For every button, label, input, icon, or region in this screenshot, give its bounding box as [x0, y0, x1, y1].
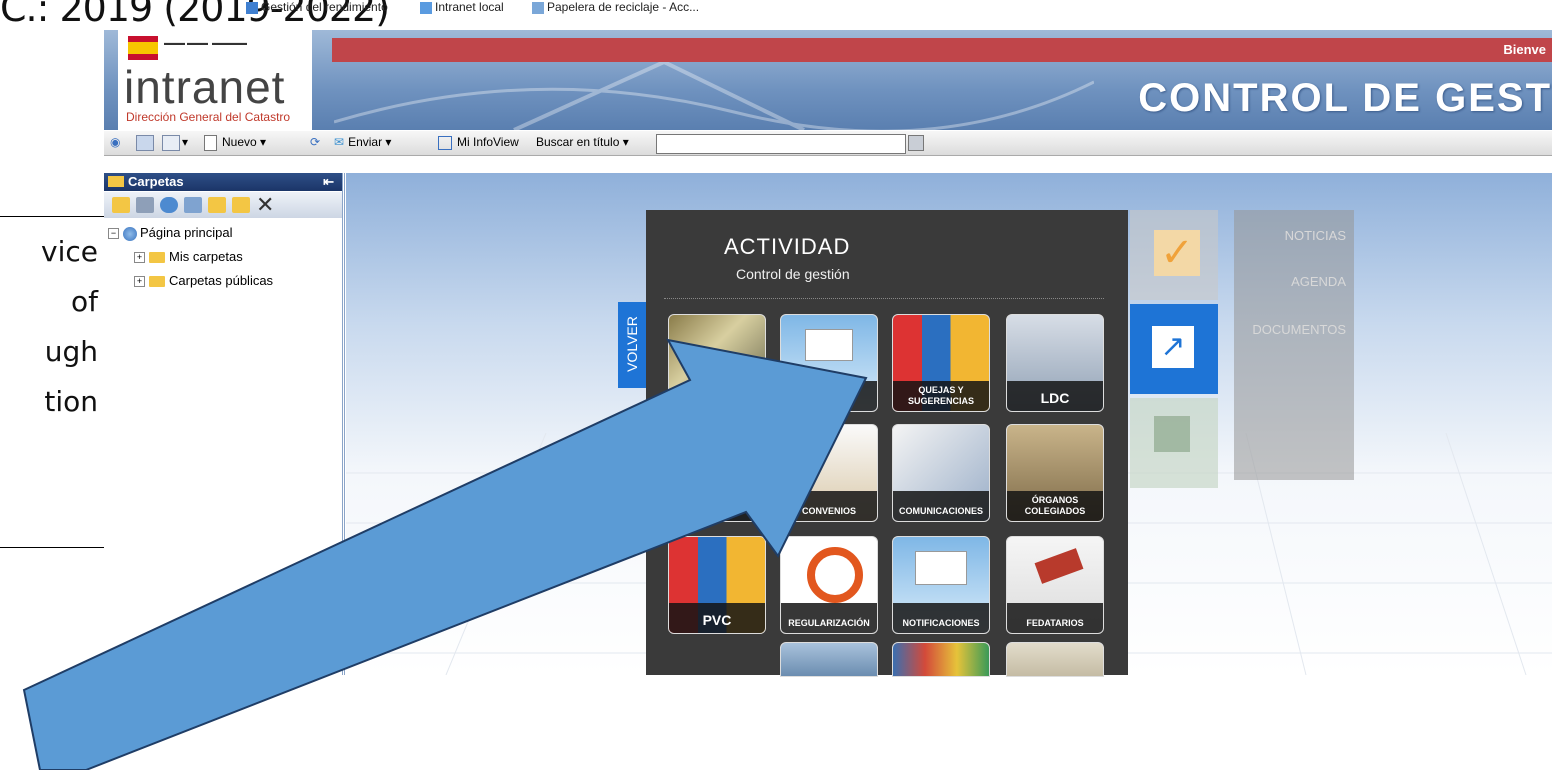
tile-partial[interactable]	[780, 642, 878, 677]
welcome-bar	[332, 38, 1552, 62]
taskbar: Gestión del rendimiento Intranet local P…	[0, 0, 1552, 16]
tile-quejas-sugerencias[interactable]: QUEJAS Y SUGERENCIAS	[892, 314, 990, 412]
tile-notificaciones[interactable]: NOTIFICACIONES	[892, 536, 990, 634]
infoview-icon	[438, 135, 452, 150]
tile-partial[interactable]	[1006, 642, 1104, 677]
note-line: vice	[41, 235, 98, 268]
regularizacion-icon	[807, 547, 863, 603]
refresh-icon[interactable]	[160, 197, 178, 213]
note-box: vice of ugh tion	[0, 216, 105, 548]
tile-carta-servicios[interactable]: CARTA DE SERVICIOS	[780, 314, 878, 412]
side-tile-check[interactable]: ✓	[1130, 210, 1218, 300]
menu-noticias[interactable]: NOTICIAS	[1285, 228, 1346, 243]
tree-item-home[interactable]: − Página principal	[108, 225, 233, 241]
search-input[interactable]	[656, 134, 906, 154]
infoview-button[interactable]: Mi InfoView	[438, 135, 519, 150]
puzzle-icon	[1154, 416, 1190, 452]
tree-view-icon[interactable]	[136, 135, 154, 151]
folder-icon	[108, 176, 124, 187]
tree-item-public-folders[interactable]: + Carpetas públicas	[134, 273, 273, 288]
panel-title: ACTIVIDAD	[724, 234, 851, 259]
refresh-icon[interactable]: ⟳	[310, 135, 320, 149]
open-folder-icon[interactable]	[136, 197, 154, 213]
send-button[interactable]: ✉ Enviar ▾	[334, 135, 391, 149]
new-folder-icon[interactable]	[112, 197, 130, 213]
note-line: tion	[44, 385, 98, 418]
folders-sidebar: Carpetas ⇤ ✕ − Página principal + Mis carp…	[104, 173, 345, 675]
header-decoration	[334, 62, 1094, 130]
tile-ldc[interactable]: LDC	[1006, 314, 1104, 412]
app-header: Bienve CONTROL DE GEST ▬▬▬ ▬▬▬ ▬▬▬▬▬ int…	[104, 30, 1552, 130]
ministry-mark: ▬▬▬ ▬▬▬	[164, 40, 208, 47]
ministry-mark: ▬▬▬▬▬	[212, 40, 247, 47]
app-title: CONTROL DE GEST	[1138, 76, 1552, 120]
folder-icon	[149, 276, 165, 288]
tile-pic[interactable]: PIC	[668, 424, 766, 522]
envelope-icon	[805, 329, 853, 361]
document-icon	[204, 135, 217, 151]
intranet-logo[interactable]: ▬▬▬ ▬▬▬ ▬▬▬▬▬ intranet Dirección General…	[118, 30, 312, 130]
move-folder-icon[interactable]	[208, 197, 226, 213]
home-icon[interactable]: ◉	[110, 135, 120, 149]
recycle-bin-icon	[532, 1, 544, 14]
properties-icon[interactable]	[184, 197, 202, 213]
tile-organos-colegiados[interactable]: ÓRGANOS COLEGIADOS	[1006, 424, 1104, 522]
infoview-toolbar: ◉ ▾ Nuevo ▾ ⟳ ✉ Enviar ▾ Mi InfoView Busc…	[104, 131, 1552, 156]
logo-subtitle: Dirección General del Catastro	[126, 110, 291, 124]
side-tile-puzzle[interactable]	[1130, 398, 1218, 488]
expand-icon[interactable]: +	[134, 252, 145, 264]
trend-up-icon: ↗	[1152, 326, 1194, 368]
right-menu: NOTICIAS AGENDA DOCUMENTOS	[1234, 210, 1354, 480]
menu-documentos[interactable]: DOCUMENTOS	[1252, 322, 1346, 337]
search-mode-dropdown[interactable]: Buscar en título ▾	[536, 135, 629, 149]
volver-button[interactable]: VOLVER	[618, 302, 646, 388]
tile-pvc[interactable]: PVC	[668, 536, 766, 634]
search-go-icon[interactable]	[908, 135, 924, 151]
spain-coat-of-arms-icon	[128, 36, 158, 60]
side-tile-activity[interactable]: ↗	[1130, 304, 1218, 394]
expand-icon[interactable]: +	[134, 276, 145, 288]
menu-agenda[interactable]: AGENDA	[1291, 274, 1346, 289]
delete-icon[interactable]: ✕	[256, 194, 274, 216]
tree-item-my-folders[interactable]: + Mis carpetas	[134, 249, 243, 264]
tile-convenios[interactable]: CONVENIOS	[780, 424, 878, 522]
ie-icon	[420, 1, 432, 14]
note-line: ugh	[44, 335, 98, 368]
home-icon	[123, 226, 137, 241]
collapse-panel-icon[interactable]: ⇤	[323, 174, 334, 190]
welcome-text: Bienve	[1503, 42, 1546, 57]
note-line: of	[71, 285, 98, 318]
tile-comunicaciones[interactable]: COMUNICACIONES	[892, 424, 990, 522]
collapse-icon[interactable]: −	[108, 228, 119, 240]
details-view-icon[interactable]	[162, 135, 180, 151]
sidebar-toolbar: ✕	[104, 192, 342, 218]
taskbar-item-intranet[interactable]: Intranet local	[420, 0, 504, 14]
logo-wordmark: intranet	[124, 61, 286, 113]
tile-regularizacion[interactable]: REGULARIZACIÓN	[780, 536, 878, 634]
ie-icon	[246, 1, 258, 14]
taskbar-item-papelera[interactable]: Papelera de reciclaje - Acc...	[532, 0, 699, 14]
stamp-icon	[1034, 548, 1084, 584]
envelope-icon	[915, 551, 967, 585]
tile-fedatarios[interactable]: FEDATARIOS	[1006, 536, 1104, 634]
folder-icon	[149, 252, 165, 264]
chevron-down-icon[interactable]: ▾	[182, 135, 188, 149]
panel-subtitle: Control de gestión	[736, 266, 850, 282]
tile-partial[interactable]	[892, 642, 990, 677]
taskbar-item-gestion[interactable]: Gestión del rendimiento	[246, 0, 388, 14]
panel-divider	[664, 298, 1104, 299]
checkmark-icon: ✓	[1154, 230, 1200, 276]
sidebar-header: Carpetas ⇤	[104, 173, 342, 191]
copy-folder-icon[interactable]	[232, 197, 250, 213]
tile-unnamed[interactable]	[668, 314, 766, 412]
new-button[interactable]: Nuevo ▾	[204, 135, 266, 151]
send-icon: ✉	[334, 135, 345, 149]
